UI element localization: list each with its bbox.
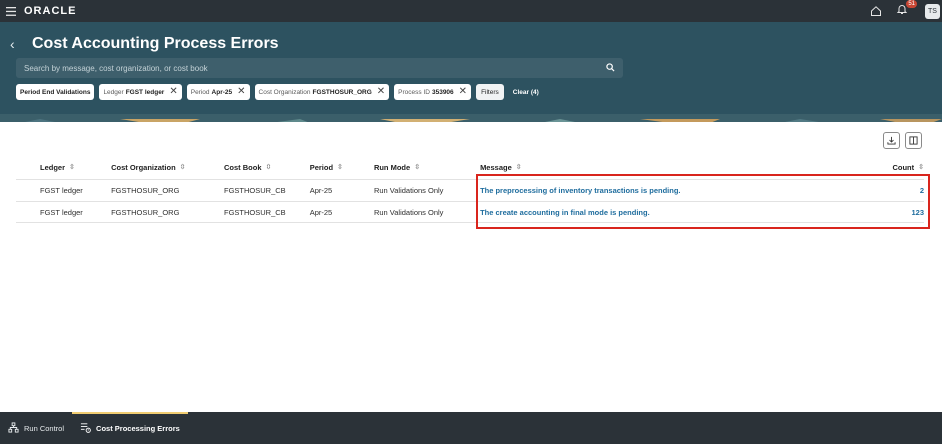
sort-icon: ⇳ [265, 164, 272, 171]
chip-value: FGSTHOSUR_ORG [312, 88, 372, 96]
page-header: ‹ Cost Accounting Process Errors Period … [0, 22, 942, 114]
chip-value: Apr-25 [211, 88, 233, 96]
chip-label: Process ID [398, 88, 430, 96]
columns-icon [909, 132, 918, 150]
chip-label: Period End Validations [20, 88, 91, 96]
count-link[interactable]: 123 [846, 208, 925, 217]
cell-cost-book: FGSTHOSUR_CB [224, 207, 286, 217]
message-link[interactable]: The preprocessing of inventory transacti… [480, 186, 846, 195]
close-icon[interactable]: ✕ [169, 87, 177, 97]
download-button[interactable] [883, 132, 900, 149]
column-header-message[interactable]: Message ⇳ [480, 163, 846, 172]
oracle-logo[interactable]: ORACLE [24, 5, 76, 17]
cell-period: Apr-25 [309, 186, 333, 195]
user-avatar[interactable]: TS [925, 3, 940, 19]
chip-value: 353906 [431, 88, 454, 96]
search-input[interactable] [24, 63, 584, 73]
chip-value: FGST ledger [125, 88, 165, 96]
top-bar: ORACLE 51 TS [0, 0, 942, 22]
table-header: Ledger ⇳ Cost Organization ⇳ Cost Book ⇳ Pe… [16, 155, 924, 179]
clear-filters-link[interactable]: Clear (4) [513, 89, 539, 96]
search-icon[interactable] [606, 59, 615, 77]
column-header-cost-book[interactable]: Cost Book ⇳ [224, 163, 310, 172]
notification-badge: 51 [906, 0, 917, 8]
close-icon[interactable]: ✕ [237, 87, 245, 97]
chip-cost-organization[interactable]: Cost Organization FGSTHOSUR_ORG ✕ [254, 84, 390, 100]
hierarchy-icon [8, 421, 19, 435]
cell-run-mode: Run Validations Only [373, 186, 444, 195]
column-header-ledger[interactable]: Ledger ⇳ [16, 163, 111, 172]
tab-label: Run Control [24, 423, 65, 433]
notifications-button[interactable]: 51 [893, 0, 917, 20]
bottom-tab-bar: Run Control Cost Processing Errors [0, 412, 942, 444]
columns-button[interactable] [905, 132, 922, 149]
chip-period[interactable]: Period Apr-25 ✕ [186, 84, 250, 100]
filters-button[interactable]: Filters [476, 84, 504, 100]
error-list-icon [80, 422, 91, 435]
page-title: Cost Accounting Process Errors [32, 35, 279, 52]
sort-icon: ⇳ [515, 164, 522, 171]
decorative-band [0, 114, 942, 122]
chip-label: Period [190, 88, 210, 96]
tab-label: Cost Processing Errors [96, 423, 180, 433]
cell-cost-organization: FGSTHOSUR_ORG [111, 186, 180, 195]
cell-cost-organization: FGSTHOSUR_ORG [111, 207, 180, 217]
cell-ledger: FGST ledger [40, 207, 83, 217]
home-icon[interactable] [867, 2, 885, 20]
column-header-run-mode[interactable]: Run Mode ⇳ [374, 163, 480, 172]
column-header-count[interactable]: Count ⇳ [846, 163, 924, 172]
chip-ledger[interactable]: Ledger FGST ledger ✕ [99, 84, 182, 100]
download-icon [887, 132, 896, 150]
chip-label: Cost Organization [258, 88, 311, 96]
chip-period-end-validations[interactable]: Period End Validations [16, 84, 95, 100]
message-link[interactable]: The create accounting in final mode is p… [480, 208, 846, 217]
close-icon[interactable]: ✕ [459, 87, 467, 97]
sort-icon: ⇳ [69, 164, 75, 171]
chip-process-id[interactable]: Process ID 353906 ✕ [394, 84, 472, 100]
cell-run-mode: Run Validations Only [373, 207, 444, 217]
cell-cost-book: FGSTHOSUR_CB [224, 186, 286, 195]
back-icon[interactable]: ‹ [10, 36, 22, 52]
sort-icon: ⇳ [337, 164, 343, 171]
sort-icon: ⇳ [918, 164, 925, 171]
tab-cost-processing-errors[interactable]: Cost Processing Errors [72, 412, 188, 444]
column-header-period[interactable]: Period ⇳ [310, 163, 374, 172]
tab-run-control[interactable]: Run Control [0, 412, 72, 444]
errors-table: Ledger ⇳ Cost Organization ⇳ Cost Book ⇳ Pe… [16, 155, 924, 223]
table-toolbar [883, 132, 922, 149]
table-row[interactable]: FGST ledger FGSTHOSUR_ORG FGSTHOSUR_CB A… [16, 201, 924, 223]
chip-label: Ledger [103, 88, 124, 96]
column-header-cost-organization[interactable]: Cost Organization ⇳ [111, 163, 224, 172]
count-link[interactable]: 2 [846, 186, 924, 195]
search-bar[interactable] [16, 58, 623, 78]
menu-icon[interactable] [0, 0, 22, 22]
sort-icon: ⇳ [414, 164, 421, 171]
sort-icon: ⇳ [179, 164, 186, 171]
close-icon[interactable]: ✕ [377, 87, 385, 97]
table-row[interactable]: FGST ledger FGSTHOSUR_ORG FGSTHOSUR_CB A… [16, 179, 924, 201]
cell-period: Apr-25 [309, 207, 333, 217]
cell-ledger: FGST ledger [40, 186, 83, 195]
filter-chips: Period End Validations Ledger FGST ledge… [16, 84, 539, 100]
